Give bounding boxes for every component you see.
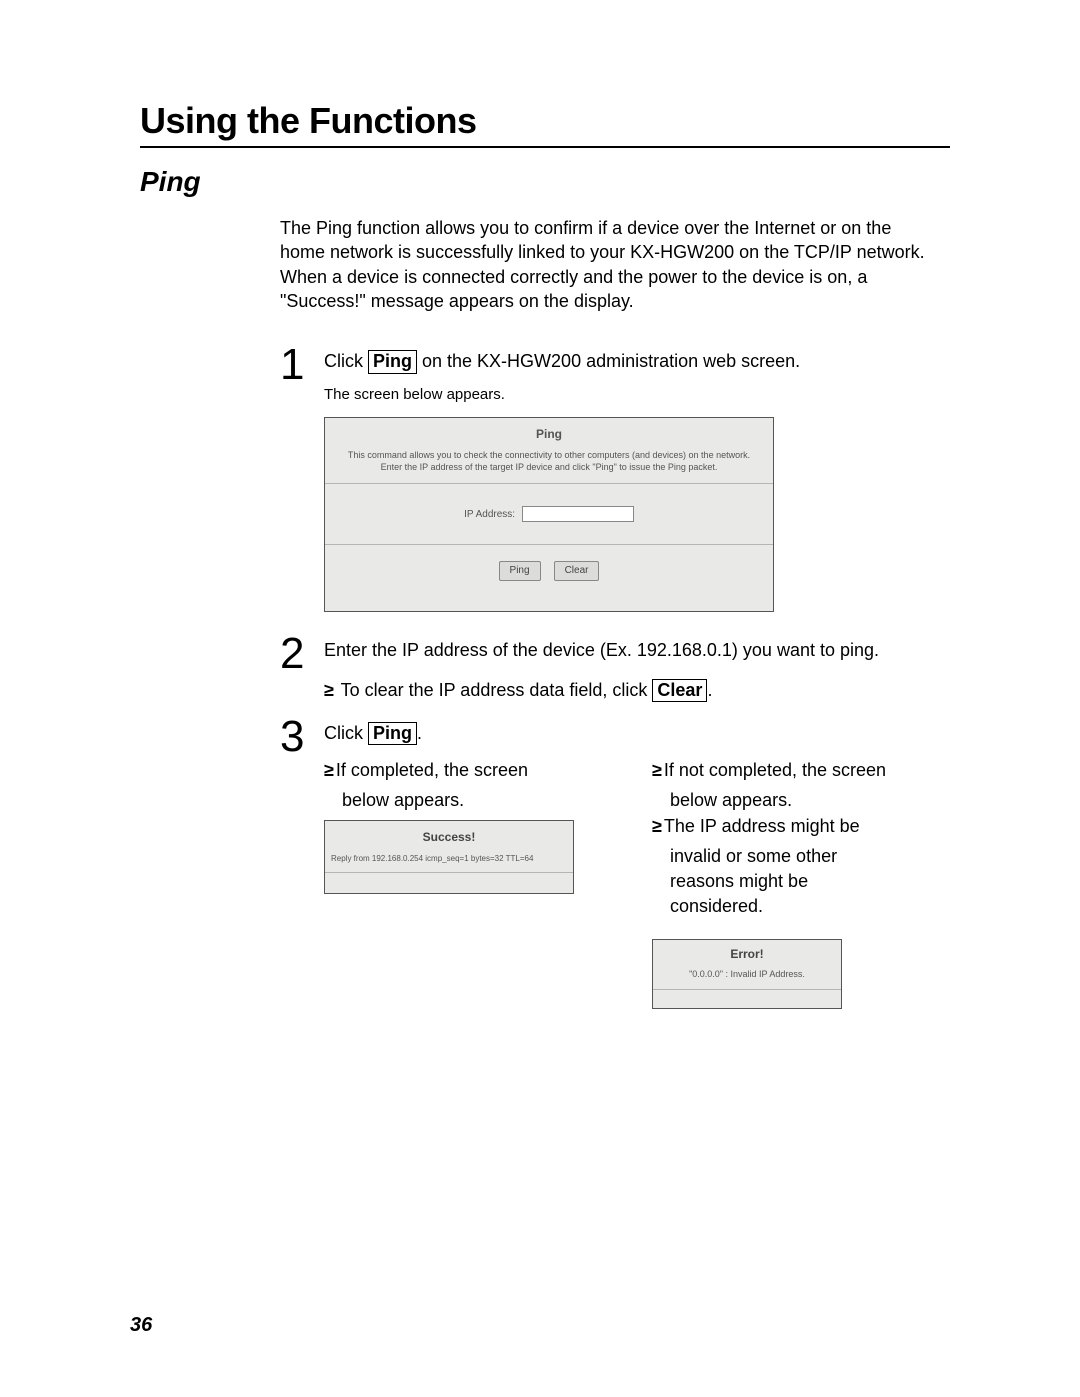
right-bullet1-cont: below appears. [652,788,940,813]
error-message: "0.0.0.0" : Invalid IP Address. [653,966,841,990]
spacer [653,990,841,1008]
clear-button[interactable]: Clear [554,561,600,581]
ping-shot-title: Ping [325,418,773,447]
subtitle: Ping [140,166,950,198]
right-bullet2-b: invalid or some other [652,844,940,869]
success-message: Reply from 192.168.0.254 icmp_seq=1 byte… [325,851,573,873]
right-bullet2-d: considered. [652,894,940,919]
ping-desc-line2: Enter the IP address of the target IP de… [381,462,718,472]
ping-button-row: Ping Clear [325,545,773,611]
step1-text-before: Click [324,351,368,371]
step-number: 1 [280,343,316,387]
ping-screenshot: Ping This command allows you to check th… [324,417,774,612]
step2-bullet-after: . [707,680,712,700]
step1-note: The screen below appears. [324,384,940,405]
step1-text-after: on the KX-HGW200 administration web scre… [417,351,800,371]
step-body: Click Ping on the KX-HGW200 administrati… [324,343,940,620]
success-title: Success! [325,821,573,852]
left-bullet-cont: below appears. [324,788,612,813]
section-title: Using the Functions [140,100,950,142]
step-3: 3 Click Ping. If completed, the screen b… [280,715,940,1009]
result-columns: If completed, the screen below appears. … [324,758,940,1009]
left-bullet-a: If completed, the screen [336,760,528,780]
title-rule [140,146,950,148]
success-screenshot: Success! Reply from 192.168.0.254 icmp_s… [324,820,574,895]
step-1: 1 Click Ping on the KX-HGW200 administra… [280,343,940,620]
right-bullet1-a: If not completed, the screen [664,760,886,780]
left-bullet: If completed, the screen [324,758,612,782]
ping-button-reference: Ping [368,350,417,374]
spacer [325,873,573,893]
clear-button-reference: Clear [652,679,707,703]
ping-button[interactable]: Ping [499,561,541,581]
step3-text-before: Click [324,723,368,743]
intro-paragraph: The Ping function allows you to confirm … [280,216,940,313]
step2-bullet: To clear the IP address data field, clic… [324,678,940,703]
manual-page: Using the Functions Ping The Ping functi… [0,0,1080,1397]
right-bullet2-c: reasons might be [652,869,940,894]
step-number: 3 [280,715,316,759]
right-bullet-2: The IP address might be [652,814,940,838]
ping-desc-line1: This command allows you to check the con… [348,450,750,460]
step2-text: Enter the IP address of the device (Ex. … [324,640,879,660]
ip-input[interactable] [522,506,634,522]
error-column: If not completed, the screen below appea… [652,758,940,1009]
right-bullet-1: If not completed, the screen [652,758,940,782]
ip-row: IP Address: [325,484,773,545]
step-2: 2 Enter the IP address of the device (Ex… [280,632,940,702]
step-body: Click Ping. If completed, the screen bel… [324,715,940,1009]
step-body: Enter the IP address of the device (Ex. … [324,632,940,702]
step2-bullet-before: To clear the IP address data field, clic… [341,680,653,700]
right-bullet2-a: The IP address might be [664,816,860,836]
error-title: Error! [653,940,841,966]
ip-label: IP Address: [464,509,515,520]
ping-button-reference: Ping [368,722,417,746]
ping-shot-description: This command allows you to check the con… [325,447,773,484]
step-number: 2 [280,632,316,676]
error-screenshot: Error! "0.0.0.0" : Invalid IP Address. [652,939,842,1008]
page-number: 36 [130,1314,152,1337]
success-column: If completed, the screen below appears. … [324,758,612,1009]
step3-text-after: . [417,723,422,743]
